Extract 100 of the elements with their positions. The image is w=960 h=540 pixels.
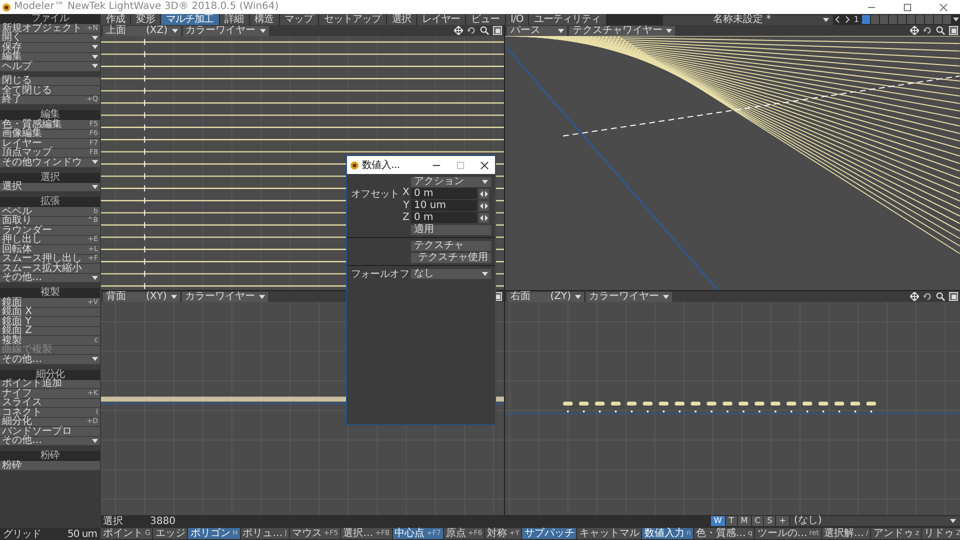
caret-icon	[92, 184, 98, 189]
sidebar-item[interactable]: 保存	[0, 43, 100, 52]
caret-icon	[92, 357, 98, 362]
caret-icon	[950, 519, 956, 523]
view-toggle-button[interactable]: M	[738, 516, 751, 526]
sidebar-item[interactable]: その他ウィンドウ	[0, 158, 100, 168]
sidebar-item[interactable]: 選択	[0, 182, 100, 192]
sidebar-item[interactable]: ポイント追加	[0, 380, 100, 389]
sidebar-item[interactable]: 鏡面 X	[0, 308, 100, 317]
texture-button[interactable]: テクスチャ	[411, 240, 491, 250]
view-toggle-button[interactable]: T	[726, 516, 737, 526]
render-mode-dropdown[interactable]: カラーワイヤー	[182, 26, 269, 36]
tab[interactable]: 構造	[250, 14, 278, 25]
axis-label: Z	[402, 212, 409, 223]
caret-icon	[172, 28, 178, 32]
axis-label: Y	[403, 200, 409, 211]
caret-icon	[666, 28, 672, 32]
section-header: 細分化	[0, 370, 100, 380]
rotate-icon[interactable]	[467, 26, 476, 35]
view-dropdown[interactable]: パース	[507, 26, 568, 36]
selection-count: 3880	[150, 516, 176, 526]
rotate-icon[interactable]	[923, 292, 932, 301]
maximize-icon[interactable]	[903, 2, 912, 12]
tab[interactable]: マルチ加工	[161, 14, 218, 25]
caret-icon	[92, 160, 98, 164]
section-header: 複製	[0, 288, 100, 298]
sidebar-item[interactable]: 編集	[0, 52, 100, 62]
zoom-icon[interactable]	[936, 26, 945, 35]
grid-value: 50 um	[68, 528, 97, 540]
caret-icon[interactable]	[953, 15, 959, 24]
tab[interactable]: 作成	[101, 14, 130, 25]
offset-input[interactable]: 10 um	[411, 200, 477, 211]
slider-arrows-icon[interactable]	[479, 188, 489, 198]
object-dropdown[interactable]: 名称未設定 *	[662, 14, 833, 24]
view-dropdown[interactable]: 背面 (XY)	[103, 292, 180, 302]
slider-arrows-icon[interactable]	[479, 200, 489, 210]
caret-icon	[575, 294, 582, 298]
falloff-label: フォールオフ	[350, 268, 409, 280]
render-mode-dropdown[interactable]: テクスチャワイヤー	[569, 26, 676, 36]
tab[interactable]: レイヤー	[417, 14, 465, 25]
axis-label: X	[402, 186, 409, 200]
sidebar-item[interactable]: スライス	[0, 398, 100, 408]
tab[interactable]: セットアップ	[319, 14, 386, 25]
zoom-icon[interactable]	[480, 26, 490, 35]
surface-dropdown[interactable]: (なし)	[790, 516, 960, 526]
view-toggle-button[interactable]: +	[776, 516, 789, 526]
render-mode-dropdown[interactable]: カラーワイヤー	[586, 292, 672, 302]
maximize-view-icon[interactable]	[949, 26, 958, 35]
close-icon[interactable]	[480, 160, 489, 170]
caret-icon	[92, 438, 98, 443]
dialog-title: 数値入...	[362, 158, 400, 172]
app-logo-icon	[2, 2, 11, 12]
next-icon[interactable]	[844, 15, 850, 24]
view-toggle-button[interactable]: W	[710, 516, 725, 526]
offset-input[interactable]: 0 m	[411, 188, 477, 199]
sidebar-item[interactable]: 粉砕	[0, 461, 100, 470]
layer-number: 1	[854, 15, 859, 24]
sidebar-item[interactable]: ラウンダー	[0, 226, 100, 236]
rotate-icon[interactable]	[923, 26, 932, 35]
view-dropdown[interactable]: 上面 (XZ)	[103, 26, 181, 36]
sidebar-item[interactable]: バンドソープロ	[0, 427, 100, 436]
use-texture-button[interactable]: テクスチャ使用	[411, 252, 491, 262]
maximize-view-icon[interactable]	[949, 292, 958, 301]
tab[interactable]: ビュー	[466, 14, 504, 25]
section-header: ファイル	[0, 14, 100, 24]
tab[interactable]: I/O	[506, 14, 528, 25]
view-dropdown[interactable]: 右面 (ZY)	[507, 292, 584, 302]
sidebar-item[interactable]: スムース拡大縮小	[0, 264, 100, 274]
toolbar-button[interactable]: エッジ	[153, 528, 188, 539]
action-dropdown[interactable]: アクション	[411, 176, 491, 186]
view-toggle-button[interactable]: S	[764, 516, 776, 526]
tab[interactable]: ユーティリティ	[529, 14, 606, 25]
caret-icon	[482, 180, 488, 184]
tab[interactable]: 変形	[131, 14, 160, 25]
render-mode-dropdown[interactable]: カラーワイヤー	[182, 292, 268, 302]
tab[interactable]: マップ	[280, 14, 318, 25]
maximize-view-icon[interactable]	[493, 26, 502, 35]
grid-label: グリッド	[3, 528, 41, 540]
zoom-icon[interactable]	[936, 292, 945, 301]
tab[interactable]: 詳細	[220, 14, 248, 25]
sidebar-item[interactable]: ヘルプ	[0, 62, 100, 72]
sidebar-item[interactable]: 鏡面 Y	[0, 317, 100, 326]
apply-button[interactable]: 適用	[411, 224, 491, 234]
sidebar-item[interactable]: 閉じる	[0, 76, 100, 86]
toolbar-button[interactable]: サブパッチ	[522, 528, 576, 539]
view-toggle-button[interactable]: C	[752, 516, 764, 526]
sidebar-item[interactable]: その他…	[0, 274, 100, 283]
toolbar-button[interactable]: キャットマル	[577, 528, 642, 539]
sidebar-item[interactable]: その他…	[0, 436, 100, 446]
sidebar-item[interactable]: 全て閉じる	[0, 86, 100, 96]
sidebar-item[interactable]: その他…	[0, 355, 100, 364]
offset-input[interactable]: 0 m	[411, 212, 477, 223]
tab[interactable]: 選択	[387, 14, 416, 25]
slider-arrows-icon[interactable]	[479, 212, 489, 222]
sidebar-item[interactable]: 鏡面 Z	[0, 326, 100, 336]
section-header: 編集	[0, 110, 100, 120]
caret-icon	[663, 294, 670, 298]
sidebar-item[interactable]: 開く	[0, 34, 100, 43]
previous-icon[interactable]	[834, 15, 841, 24]
falloff-dropdown[interactable]: なし	[411, 268, 491, 278]
